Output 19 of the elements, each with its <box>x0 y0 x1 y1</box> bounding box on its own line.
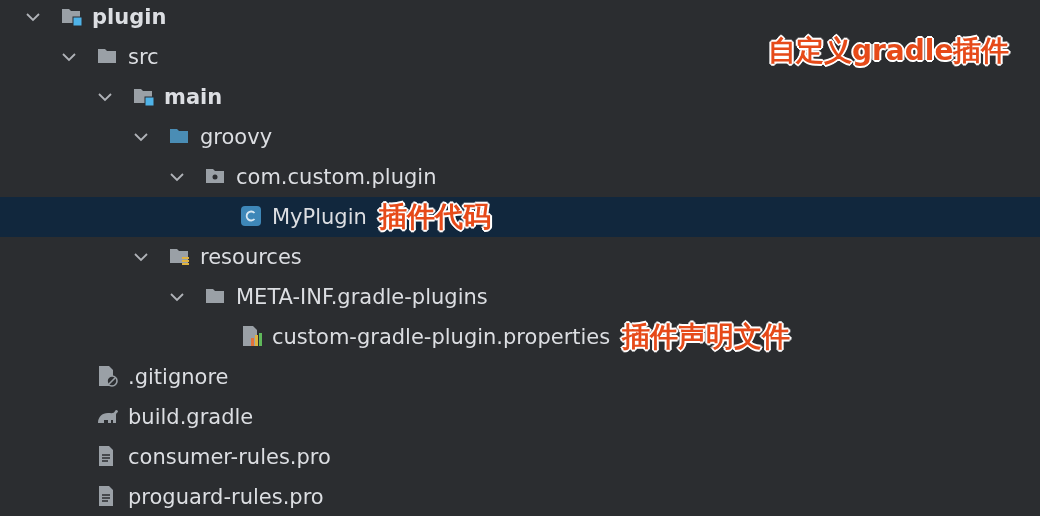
tree-item[interactable]: consumer-rules.pro <box>128 445 331 469</box>
tree-item[interactable]: com.custom.plugin <box>236 165 437 189</box>
tree-item[interactable]: MyPlugin <box>272 205 367 229</box>
tree-item[interactable]: groovy <box>200 125 273 149</box>
tree-item[interactable]: src <box>128 45 159 69</box>
tree-item[interactable]: plugin <box>92 5 167 29</box>
properties-file-icon <box>240 325 264 349</box>
annotation-text: 自定义gradle插件 <box>768 33 1010 69</box>
tree-item[interactable]: custom-gradle-plugin.properties <box>272 325 611 349</box>
annotation-text: 插件声明文件 <box>622 319 791 355</box>
class-icon <box>240 205 264 229</box>
tree-item[interactable]: .gitignore <box>128 365 229 389</box>
tree-item[interactable]: proguard-rules.pro <box>128 485 324 509</box>
tree-item[interactable]: build.gradle <box>128 405 254 429</box>
tree-item[interactable]: resources <box>200 245 302 269</box>
ignored-file-icon <box>96 365 120 389</box>
tree-item[interactable]: main <box>164 85 223 109</box>
tree-item[interactable]: META-INF.gradle-plugins <box>236 285 488 309</box>
annotation-text: 插件代码 <box>378 199 491 235</box>
